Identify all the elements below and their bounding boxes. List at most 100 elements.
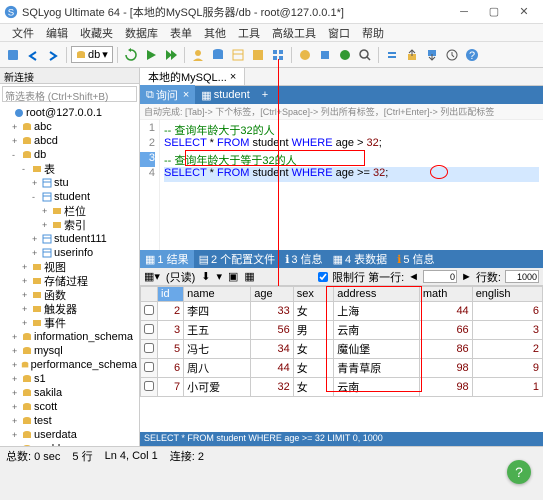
tree-node[interactable]: +student111 [2,232,137,246]
table-icon[interactable] [229,46,247,64]
table-row[interactable]: 3王五56男云南663 [141,321,543,340]
tree-node[interactable]: +s1 [2,372,137,386]
db-selector[interactable]: db ▾ [71,46,113,63]
menu-table[interactable]: 表单 [164,24,198,41]
import-icon[interactable] [423,46,441,64]
tree-node[interactable]: +performance_schema [2,358,137,372]
tree-node[interactable]: +栏位 [2,204,137,218]
tree-root[interactable]: root@127.0.0.1 [2,106,137,120]
tree-node[interactable]: +sakila [2,386,137,400]
form-icon[interactable] [249,46,267,64]
schedule-icon[interactable] [443,46,461,64]
menu-fav[interactable]: 收藏夹 [74,24,119,41]
col-header[interactable]: sex [293,287,333,302]
col-header[interactable]: age [251,287,294,302]
user-icon[interactable] [189,46,207,64]
filter-icon[interactable]: ▦ [244,270,254,283]
row-checkbox[interactable] [144,381,154,391]
result-grid[interactable]: idnameagesexaddressmathenglish2李四33女上海44… [140,286,543,432]
prev-icon[interactable]: ◄ [408,271,419,283]
undo-icon[interactable] [24,46,42,64]
tree-node[interactable]: +存储过程 [2,274,137,288]
tree-node[interactable]: -student [2,190,137,204]
grid-view-icon[interactable]: ▦▾ [144,270,160,283]
first-row-input[interactable] [423,270,457,283]
search-icon[interactable] [356,46,374,64]
menu-edit[interactable]: 编辑 [40,24,74,41]
code-line[interactable]: SELECT * FROM student WHERE age > 32; [164,137,539,152]
copy-icon[interactable]: ▣ [228,270,238,283]
col-header[interactable]: math [419,287,472,302]
tool1-icon[interactable] [296,46,314,64]
row-checkbox[interactable] [144,305,154,315]
tree-node[interactable]: +事件 [2,316,137,330]
row-checkbox[interactable] [144,324,154,334]
code-line[interactable]: SELECT * FROM student WHERE age >= 32; [164,167,539,182]
tree-node[interactable]: +函数 [2,288,137,302]
sync-icon[interactable] [383,46,401,64]
close-button[interactable]: ✕ [509,2,539,22]
tool-icon[interactable]: ▾ [216,270,222,283]
tree-node[interactable]: -db [2,148,137,162]
table-row[interactable]: 6周八44女青青草原989 [141,359,543,378]
run-icon[interactable] [142,46,160,64]
tree-node[interactable]: +触发器 [2,302,137,316]
menu-tools[interactable]: 工具 [232,24,266,41]
result-tab-2[interactable]: ▤2 个配置文件 [194,249,281,269]
tab-query[interactable]: ⧉询问× [140,85,195,105]
close-icon[interactable]: × [230,71,236,83]
menu-file[interactable]: 文件 [6,24,40,41]
col-header[interactable]: english [472,287,542,302]
tree-node[interactable]: +information_schema [2,330,137,344]
tree-node[interactable]: -表 [2,162,137,176]
menu-advtools[interactable]: 高级工具 [266,24,322,41]
tree-node[interactable]: +userdata [2,428,137,442]
refresh-icon[interactable] [122,46,140,64]
code-area[interactable]: -- 查询年龄大于32的人 SELECT * FROM student WHER… [160,120,543,250]
menu-help[interactable]: 帮助 [356,24,390,41]
result-tab-1[interactable]: ▦1 结果 [140,249,194,269]
tree-node[interactable]: +scott [2,400,137,414]
result-tab-5[interactable]: ℹ5 信息 [392,249,439,269]
code-line[interactable]: -- 查询年龄大于等于32的人 [164,152,539,167]
sidebar-tab[interactable]: 新连接 [0,68,139,84]
maximize-button[interactable]: ▢ [479,2,509,22]
col-header[interactable]: id [158,287,184,302]
result-tab-3[interactable]: ℹ3 信息 [280,249,327,269]
tree-node[interactable]: +索引 [2,218,137,232]
result-tab-4[interactable]: ▦4 表数据 [328,249,393,269]
tab-add[interactable]: + [256,87,274,103]
redo-icon[interactable] [44,46,62,64]
tool2-icon[interactable] [316,46,334,64]
menu-database[interactable]: 数据库 [119,24,164,41]
export-icon[interactable] [403,46,421,64]
db-icon[interactable] [209,46,227,64]
code-line[interactable]: -- 查询年龄大于32的人 [164,122,539,137]
table-row[interactable]: 2李四33女上海446 [141,302,543,321]
table-row[interactable]: 5冯七34女魔仙堡862 [141,340,543,359]
table-row[interactable]: 7小可爱32女云南981 [141,378,543,397]
menu-window[interactable]: 窗口 [322,24,356,41]
help-icon[interactable]: ? [463,46,481,64]
tab-student[interactable]: ▦student [195,87,256,104]
rows-input[interactable] [505,270,539,283]
help-fab[interactable]: ? [507,460,531,484]
tree-node[interactable]: +stu [2,176,137,190]
run-all-icon[interactable] [162,46,180,64]
close-icon[interactable]: × [183,89,189,101]
tool3-icon[interactable] [336,46,354,64]
tree-node[interactable]: +abcd [2,134,137,148]
menu-other[interactable]: 其他 [198,24,232,41]
col-header[interactable] [141,287,158,302]
tree-node[interactable]: +world [2,442,137,446]
tree-node[interactable]: +userinfo [2,246,137,260]
grid-icon[interactable] [269,46,287,64]
object-tree[interactable]: root@127.0.0.1 +abc+abcd-db-表+stu-studen… [0,104,139,446]
row-checkbox[interactable] [144,362,154,372]
connection-tab[interactable]: 本地的MySQL...× [140,68,245,85]
tree-node[interactable]: +abc [2,120,137,134]
filter-input[interactable]: 筛选表格 (Ctrl+Shift+B) [2,86,137,102]
minimize-button[interactable]: ─ [449,2,479,22]
new-conn-icon[interactable] [4,46,22,64]
tree-node[interactable]: +test [2,414,137,428]
